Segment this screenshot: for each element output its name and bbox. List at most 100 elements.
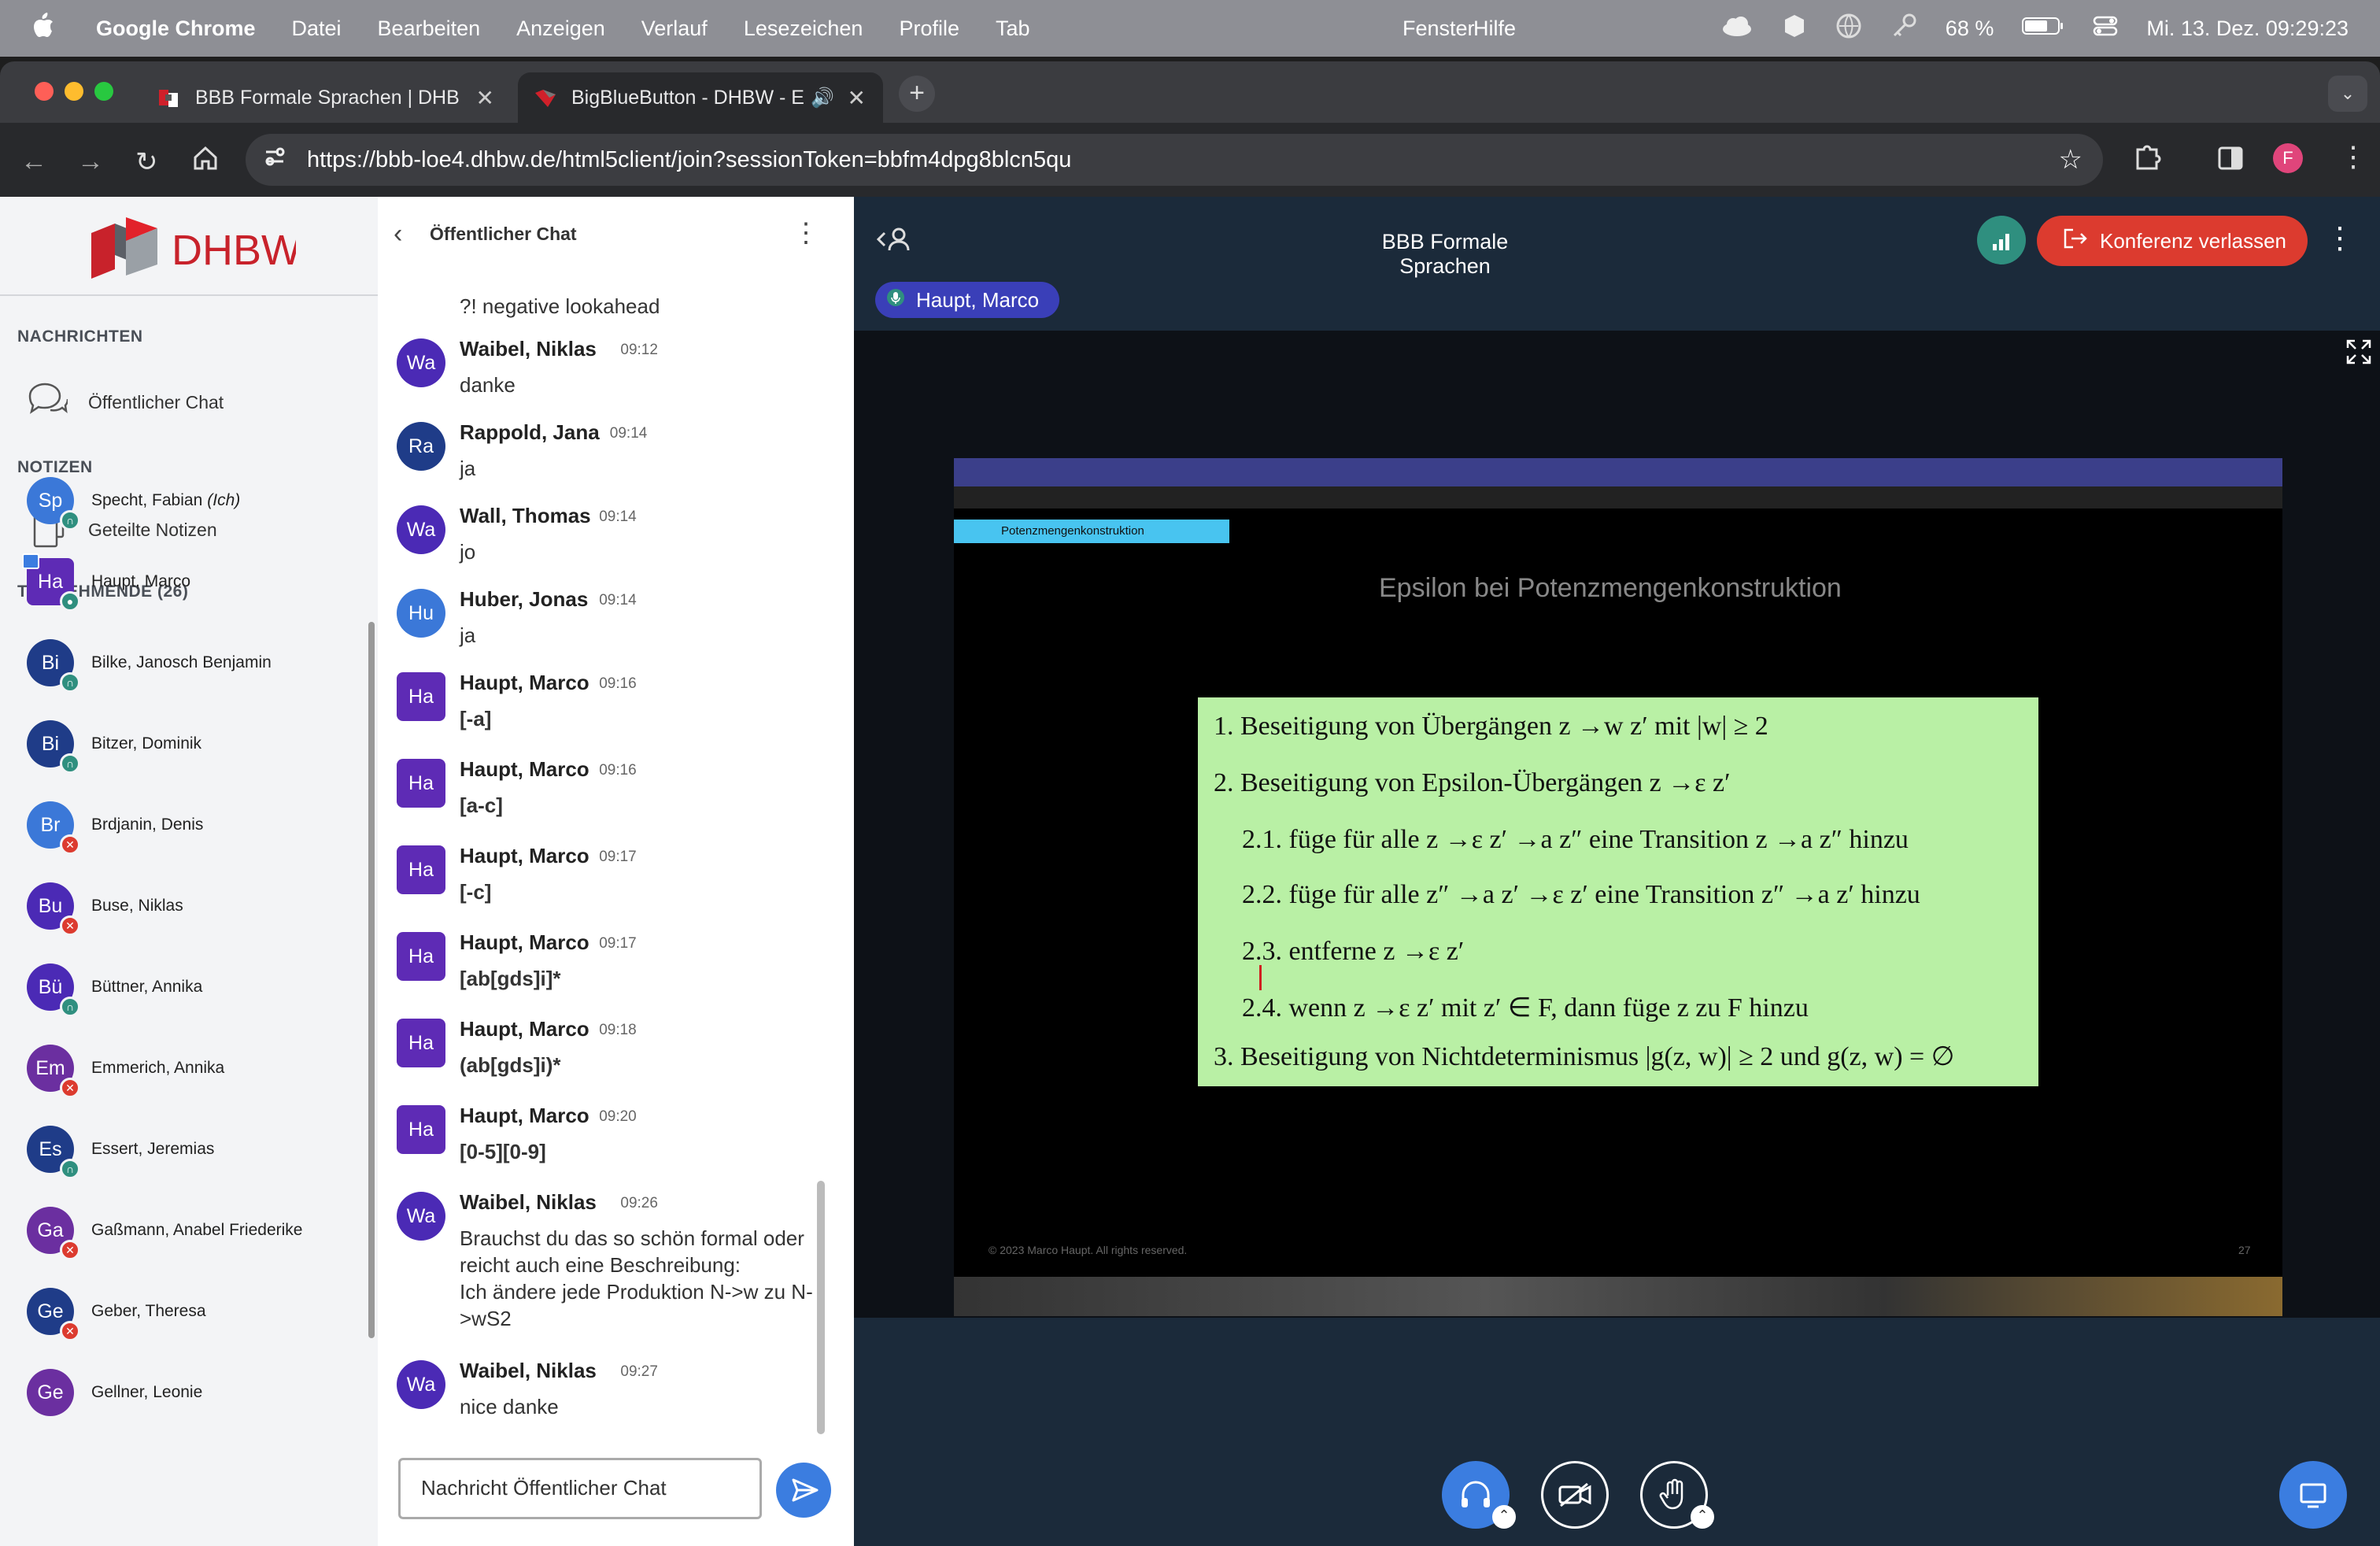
extensions-puzzle-icon[interactable] [2133,142,2163,176]
listen-only-icon: ∩ [60,672,80,693]
window-zoom-button[interactable] [94,82,113,101]
camera-toggle-button[interactable] [1541,1461,1609,1529]
battery-percent[interactable]: 68 % [1946,17,1994,41]
forward-arrow-icon[interactable]: → [77,146,104,177]
participant-item[interactable]: Sp ∩ Specht, Fabian (Ich) [0,461,370,540]
participant-name: Haupt, Marco [91,572,191,590]
active-mic-icon: ● [60,591,80,612]
chat-scrollbar[interactable] [817,1181,825,1434]
avatar: Bi ∩ [27,639,80,693]
send-message-button[interactable] [776,1463,831,1518]
participant-name-wrap: Specht, Fabian (Ich) [91,491,240,510]
reload-icon[interactable]: ↻ [135,146,158,178]
key-icon[interactable] [1890,13,1917,45]
battery-icon[interactable] [2022,16,2064,42]
participant-item[interactable]: Ge Gellner, Leonie [0,1353,370,1432]
address-bar[interactable]: https://bbb-loe4.dhbw.de/html5client/joi… [246,134,2103,186]
leave-conference-button[interactable]: Konferenz verlassen [2037,216,2308,266]
participant-name: Gellner, Leonie [91,1383,203,1401]
window-close-button[interactable] [35,82,54,101]
participant-item[interactable]: Ga ✕ Gaßmann, Anabel Friederike [0,1191,370,1270]
menu-app-name[interactable]: Google Chrome [96,17,256,41]
avatar: Ha [397,759,445,808]
sidebar-scrollbar[interactable] [368,622,375,1338]
slide-page-number: 27 [2238,1244,2251,1256]
audio-options-chevron-icon[interactable]: ⌃ [1492,1505,1516,1529]
tab-close-icon[interactable]: ✕ [848,85,866,111]
chat-options-kebab-icon[interactable]: ⋮ [793,217,819,249]
participant-name-wrap: Emmerich, Annika [91,1059,224,1078]
message-text: ja [460,457,476,480]
chat-message: Wa Waibel, Niklas 09:26 Brauchst du das so … [397,1190,822,1348]
globe-icon[interactable] [1835,13,1862,45]
chat-message: Ra Rappold, Jana 09:14 ja [397,420,822,496]
bookmark-star-icon[interactable]: ☆ [2059,144,2082,176]
participant-item[interactable]: Em ✕ Emmerich, Annika [0,1029,370,1108]
presentation-toggle-button[interactable] [2279,1461,2347,1529]
avatar: Ra [397,422,445,471]
menu-profile[interactable]: Profile [899,17,959,41]
chat-message: Wa Wall, Thomas 09:14 jo [397,504,822,579]
menu-lesezeichen[interactable]: Lesezeichen [744,17,863,41]
participant-item[interactable]: Bi ∩ Bitzer, Dominik [0,705,370,783]
tab-search-chevron-down-icon[interactable]: ⌄ [2328,76,2367,112]
participant-item[interactable]: Bi ∩ Bilke, Janosch Benjamin [0,623,370,702]
menu-verlauf[interactable]: Verlauf [641,17,708,41]
participant-item[interactable]: Ge ✕ Geber, Theresa [0,1272,370,1351]
menu-hilfe[interactable]: Hilfe [1473,17,1516,41]
participant-item[interactable]: Bu ✕ Buse, Niklas [0,867,370,945]
side-panel-icon[interactable] [2218,146,2243,174]
participant-name-wrap: Essert, Jeremias [91,1140,214,1159]
control-center-icon[interactable] [2093,15,2118,43]
clock-datetime[interactable]: Mi. 13. Dez. 09:29:23 [2146,17,2349,41]
menu-datei[interactable]: Datei [292,17,342,41]
menu-bearbeiten[interactable]: Bearbeiten [378,17,481,41]
tab-bigbluebutton[interactable]: BigBlueButton - DHBW - E 🔊 ✕ [518,72,883,123]
box-icon[interactable] [1782,13,1807,44]
tab-close-icon[interactable]: ✕ [476,85,494,111]
message-time: 09:20 [599,1108,637,1125]
menu-anzeigen[interactable]: Anzeigen [516,17,605,41]
toggle-userlist-icon[interactable] [875,225,911,257]
options-kebab-icon[interactable]: ⋮ [2325,220,2355,256]
participant-item[interactable]: Bü ∩ Büttner, Annika [0,948,370,1026]
home-icon[interactable] [192,145,219,176]
url-text[interactable]: https://bbb-loe4.dhbw.de/html5client/joi… [307,147,1071,173]
bbb-favicon-icon [534,88,557,107]
participant-name: Bilke, Janosch Benjamin [91,653,272,671]
talking-indicator[interactable]: Haupt, Marco [875,282,1060,318]
sidebar-item-public-chat[interactable]: Öffentlicher Chat [0,375,378,430]
participant-name-wrap: Bilke, Janosch Benjamin [91,653,272,672]
fullscreen-icon[interactable] [2345,338,2372,369]
new-tab-button[interactable]: + [899,76,935,112]
participant-name: Bitzer, Dominik [91,734,202,753]
menu-fenster[interactable]: Fenster [1402,17,1475,41]
connection-status-button[interactable] [1977,216,2026,264]
menu-tab[interactable]: Tab [996,17,1030,41]
avatar-initials: Wa [406,518,436,541]
message-time: 09:14 [609,425,648,442]
muted-mic-icon: ✕ [60,1321,80,1341]
participant-item[interactable]: Br ✕ Brdjanin, Denis [0,786,370,864]
message-author: Wall, Thomas [460,504,591,527]
audio-playing-icon[interactable]: 🔊 [811,87,834,109]
chat-back-chevron-icon[interactable]: ‹ [394,219,402,250]
message-author: Haupt, Marco [460,1104,589,1127]
message-time: 09:17 [599,935,637,952]
avatar: Es ∩ [27,1126,80,1179]
participant-item[interactable]: Es ∩ Essert, Jeremias [0,1110,370,1189]
apple-menu-icon[interactable] [31,12,55,46]
participant-item[interactable]: Ha ● Haupt, Marco [0,542,370,621]
chat-message-input[interactable]: Nachricht Öffentlicher Chat [398,1458,762,1519]
site-info-icon[interactable] [263,145,286,175]
profile-avatar[interactable]: F [2273,143,2303,173]
browser-menu-kebab-icon[interactable]: ⋮ [2339,140,2367,173]
window-minimize-button[interactable] [65,82,83,101]
message-author: Haupt, Marco [460,930,589,954]
cloud-icon[interactable] [1720,15,1754,43]
reactions-chevron-icon[interactable]: ⌃ [1691,1505,1714,1529]
back-arrow-icon[interactable]: ← [20,146,47,177]
avatar-initials: Ha [408,685,434,708]
leave-label: Konferenz verlassen [2100,228,2287,253]
tab-bbb-formale-sprachen[interactable]: BBB Formale Sprachen | DHB ✕ [142,72,512,123]
